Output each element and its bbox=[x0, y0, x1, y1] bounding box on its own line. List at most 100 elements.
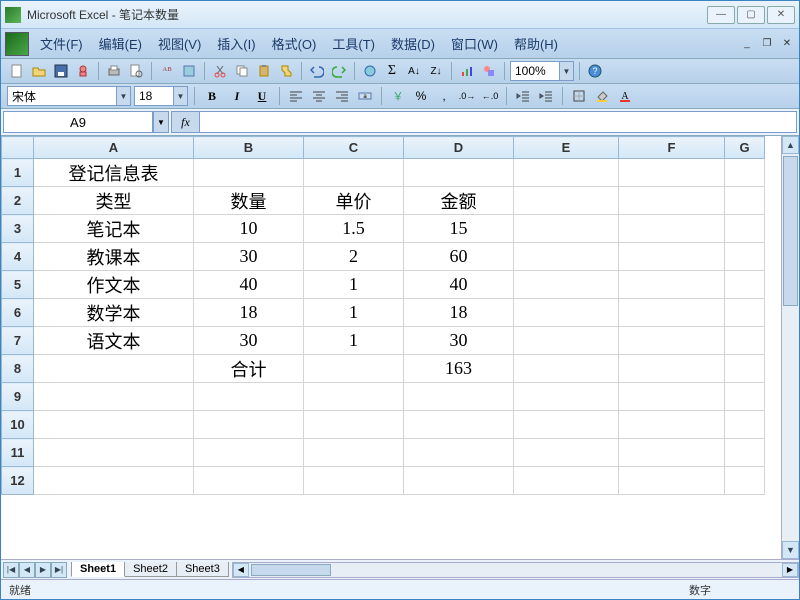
col-header-A[interactable]: A bbox=[34, 137, 194, 159]
cell-E1[interactable] bbox=[514, 159, 619, 187]
cell-D10[interactable] bbox=[404, 411, 514, 439]
new-icon[interactable] bbox=[7, 61, 27, 81]
cell-C10[interactable] bbox=[304, 411, 404, 439]
align-center-icon[interactable] bbox=[309, 86, 329, 106]
font-selector[interactable]: 宋体▼ bbox=[7, 86, 131, 106]
cell-G12[interactable] bbox=[725, 467, 765, 495]
print-preview-icon[interactable] bbox=[126, 61, 146, 81]
cell-E7[interactable] bbox=[514, 327, 619, 355]
cell-F1[interactable] bbox=[619, 159, 725, 187]
row-header-6[interactable]: 6 bbox=[2, 299, 34, 327]
cell-A6[interactable]: 数学本 bbox=[34, 299, 194, 327]
increase-indent-icon[interactable] bbox=[536, 86, 556, 106]
cell-D3[interactable]: 15 bbox=[404, 215, 514, 243]
cell-C8[interactable] bbox=[304, 355, 404, 383]
chart-icon[interactable] bbox=[457, 61, 477, 81]
menu-window[interactable]: 窗口(W) bbox=[444, 31, 505, 56]
sort-desc-icon[interactable]: Z↓ bbox=[426, 61, 446, 81]
cell-D5[interactable]: 40 bbox=[404, 271, 514, 299]
cell-G2[interactable] bbox=[725, 187, 765, 215]
scroll-up-button[interactable]: ▲ bbox=[782, 136, 799, 154]
undo-icon[interactable] bbox=[307, 61, 327, 81]
cell-F2[interactable] bbox=[619, 187, 725, 215]
col-header-E[interactable]: E bbox=[514, 137, 619, 159]
cell-E6[interactable] bbox=[514, 299, 619, 327]
cell-A11[interactable] bbox=[34, 439, 194, 467]
bold-button[interactable]: B bbox=[201, 86, 223, 106]
sheet-nav-first[interactable]: |◀ bbox=[3, 562, 19, 578]
decrease-indent-icon[interactable] bbox=[513, 86, 533, 106]
cell-F3[interactable] bbox=[619, 215, 725, 243]
col-header-F[interactable]: F bbox=[619, 137, 725, 159]
cell-C4[interactable]: 2 bbox=[304, 243, 404, 271]
vertical-scrollbar[interactable]: ▲ ▼ bbox=[781, 136, 799, 559]
sheet-nav-next[interactable]: ▶ bbox=[35, 562, 51, 578]
spreadsheet-grid[interactable]: ABCDEFG1登记信息表2类型数量单价金额3笔记本101.5154教课本302… bbox=[1, 136, 781, 559]
cell-G4[interactable] bbox=[725, 243, 765, 271]
menu-help[interactable]: 帮助(H) bbox=[507, 31, 565, 56]
cell-B10[interactable] bbox=[194, 411, 304, 439]
cell-B8[interactable]: 合计 bbox=[194, 355, 304, 383]
cell-E2[interactable] bbox=[514, 187, 619, 215]
decrease-decimal-icon[interactable]: ←.0 bbox=[480, 86, 500, 106]
fx-icon[interactable]: fx bbox=[172, 112, 200, 132]
autosum-icon[interactable]: Σ bbox=[382, 61, 402, 81]
row-header-4[interactable]: 4 bbox=[2, 243, 34, 271]
row-header-9[interactable]: 9 bbox=[2, 383, 34, 411]
hyperlink-icon[interactable] bbox=[360, 61, 380, 81]
row-header-3[interactable]: 3 bbox=[2, 215, 34, 243]
cell-F6[interactable] bbox=[619, 299, 725, 327]
close-button[interactable]: ✕ bbox=[767, 6, 795, 24]
open-icon[interactable] bbox=[29, 61, 49, 81]
app-icon[interactable] bbox=[5, 32, 29, 56]
cell-A8[interactable] bbox=[34, 355, 194, 383]
underline-button[interactable]: U bbox=[251, 86, 273, 106]
row-header-8[interactable]: 8 bbox=[2, 355, 34, 383]
cell-F10[interactable] bbox=[619, 411, 725, 439]
cell-C1[interactable] bbox=[304, 159, 404, 187]
cell-B9[interactable] bbox=[194, 383, 304, 411]
cell-D12[interactable] bbox=[404, 467, 514, 495]
row-header-10[interactable]: 10 bbox=[2, 411, 34, 439]
row-header-5[interactable]: 5 bbox=[2, 271, 34, 299]
titlebar[interactable]: Microsoft Excel - 笔记本数量 — ▢ ✕ bbox=[1, 1, 799, 29]
font-size-selector[interactable]: 18▼ bbox=[134, 86, 188, 106]
cell-B1[interactable] bbox=[194, 159, 304, 187]
cell-A10[interactable] bbox=[34, 411, 194, 439]
cell-D11[interactable] bbox=[404, 439, 514, 467]
cell-G5[interactable] bbox=[725, 271, 765, 299]
redo-icon[interactable] bbox=[329, 61, 349, 81]
align-left-icon[interactable] bbox=[286, 86, 306, 106]
sheet-tab-1[interactable]: Sheet1 bbox=[71, 562, 125, 577]
col-header-B[interactable]: B bbox=[194, 137, 304, 159]
row-header-11[interactable]: 11 bbox=[2, 439, 34, 467]
menu-view[interactable]: 视图(V) bbox=[151, 31, 208, 56]
scroll-thumb[interactable] bbox=[783, 156, 798, 306]
spell-icon[interactable]: ᴬᴮ bbox=[157, 61, 177, 81]
row-header-7[interactable]: 7 bbox=[2, 327, 34, 355]
cell-G3[interactable] bbox=[725, 215, 765, 243]
cell-B3[interactable]: 10 bbox=[194, 215, 304, 243]
cell-G9[interactable] bbox=[725, 383, 765, 411]
align-right-icon[interactable] bbox=[332, 86, 352, 106]
cell-F11[interactable] bbox=[619, 439, 725, 467]
cell-F8[interactable] bbox=[619, 355, 725, 383]
cell-B4[interactable]: 30 bbox=[194, 243, 304, 271]
permission-icon[interactable] bbox=[73, 61, 93, 81]
cell-B11[interactable] bbox=[194, 439, 304, 467]
cell-G6[interactable] bbox=[725, 299, 765, 327]
sheet-tab-3[interactable]: Sheet3 bbox=[176, 562, 229, 577]
cell-C9[interactable] bbox=[304, 383, 404, 411]
cell-B6[interactable]: 18 bbox=[194, 299, 304, 327]
format-painter-icon[interactable] bbox=[276, 61, 296, 81]
cell-C6[interactable]: 1 bbox=[304, 299, 404, 327]
cell-C7[interactable]: 1 bbox=[304, 327, 404, 355]
zoom-box[interactable]: 100%▼ bbox=[510, 61, 574, 81]
cell-E9[interactable] bbox=[514, 383, 619, 411]
formula-input[interactable] bbox=[200, 112, 796, 132]
cell-E5[interactable] bbox=[514, 271, 619, 299]
cell-A3[interactable]: 笔记本 bbox=[34, 215, 194, 243]
cell-D2[interactable]: 金额 bbox=[404, 187, 514, 215]
comma-icon[interactable]: , bbox=[434, 86, 454, 106]
row-header-12[interactable]: 12 bbox=[2, 467, 34, 495]
